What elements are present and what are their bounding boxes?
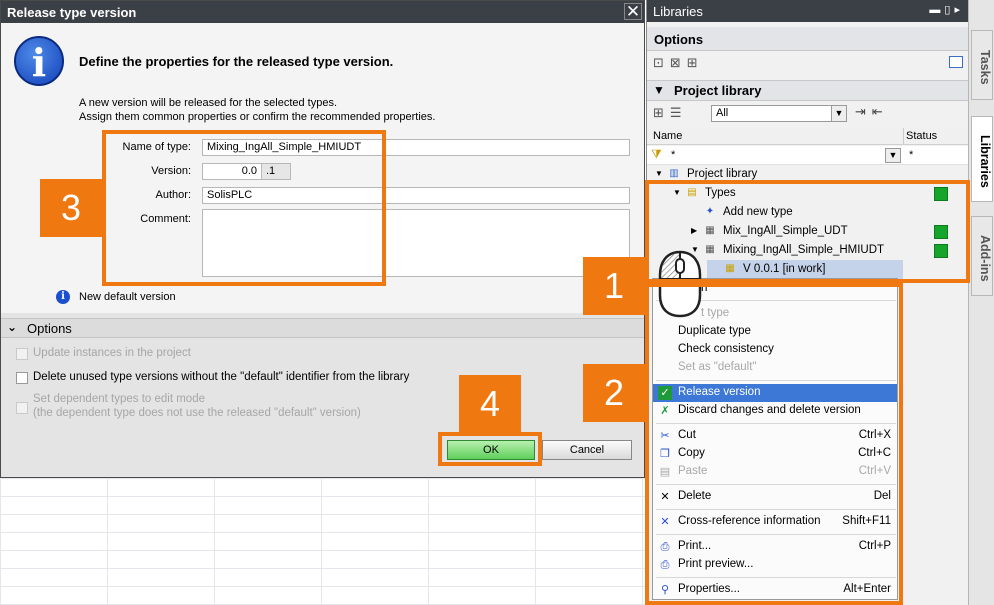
set-dependent-edit-checkbox[interactable]	[16, 402, 28, 414]
project-library-header[interactable]: ▼ Project library	[647, 80, 968, 101]
info-icon: i	[14, 36, 64, 86]
tab-add-ins[interactable]: Add-ins	[971, 216, 993, 296]
annotation-number-4: 4	[459, 375, 521, 433]
delete-unused-versions-checkbox[interactable]	[16, 372, 28, 384]
dialog-heading: Define the properties for the released t…	[79, 54, 394, 69]
libraries-title: Libraries	[653, 4, 703, 19]
annotation-box-3	[102, 130, 386, 286]
library-filter-value: All	[716, 107, 729, 119]
filter-icon: ⧩	[651, 147, 662, 161]
set-dependent-edit-label: Set dependent types to edit mode	[33, 393, 205, 405]
side-tab-strip: Tasks Libraries Add-ins	[968, 0, 994, 605]
library-filter-select[interactable]: All ▼	[711, 105, 847, 122]
libraries-options-header[interactable]: Options	[647, 27, 968, 51]
tab-tasks[interactable]: Tasks	[971, 30, 993, 100]
new-default-version-text: New default version	[79, 291, 176, 303]
library-view-toolbar-icon[interactable]: ⊞☰	[653, 105, 688, 123]
intro-text-line2: Assign them common properties or confirm…	[79, 111, 436, 123]
options-toolbar-icon[interactable]: ⊡⊠⊞	[653, 55, 704, 73]
annotation-box-1	[645, 180, 970, 283]
libraries-title-bar: Libraries ▬▯▸	[647, 0, 968, 22]
options-label: Options	[27, 321, 72, 336]
annotation-box-4	[438, 432, 542, 466]
intro-text-line1: A new version will be released for the s…	[79, 97, 338, 109]
set-dependent-edit-label-2: (the dependent type does not use the rel…	[33, 407, 361, 419]
name-filter-text[interactable]: *	[671, 149, 675, 161]
update-instances-label: Update instances in the project	[33, 347, 191, 359]
update-instances-checkbox[interactable]	[16, 348, 28, 360]
annotation-number-2: 2	[583, 364, 645, 422]
column-status-header[interactable]: Status	[906, 130, 937, 142]
library-actions-icon[interactable]: ⇥⇤	[855, 104, 889, 120]
column-separator[interactable]	[903, 128, 904, 145]
tree-label: Project library	[687, 168, 758, 180]
close-icon[interactable]: ✕	[624, 3, 642, 20]
expanded-triangle-icon[interactable]: ▼	[655, 169, 663, 178]
view-toggle-icon[interactable]	[949, 56, 963, 68]
column-name-header[interactable]: Name	[653, 130, 682, 142]
library-icon: ▥	[669, 168, 679, 179]
chevron-down-icon[interactable]: ▼	[653, 83, 665, 97]
dialog-title: Release type version	[7, 5, 137, 20]
annotation-number-1: 1	[583, 257, 645, 315]
project-library-label: Project library	[674, 83, 762, 98]
dialog-title-bar: Release type version ✕	[1, 1, 644, 23]
cancel-button[interactable]: Cancel	[542, 440, 632, 460]
annotation-box-2	[645, 283, 903, 605]
options-section-header[interactable]: ⌄ Options	[1, 318, 644, 338]
info-small-icon: i	[56, 290, 70, 304]
library-filter-row: ⧩ * ▼ *	[647, 146, 968, 165]
dropdown-arrow-icon[interactable]: ▼	[885, 148, 901, 163]
panel-window-controls-icon[interactable]: ▬▯▸	[929, 3, 964, 16]
annotation-number-3: 3	[40, 179, 102, 237]
status-filter-text[interactable]: *	[909, 149, 913, 161]
tab-libraries[interactable]: Libraries	[971, 116, 993, 202]
background-worksheet-grid	[0, 478, 645, 605]
chevron-down-icon[interactable]: ⌄	[7, 320, 17, 334]
dropdown-arrow-icon[interactable]: ▼	[831, 106, 846, 121]
delete-unused-versions-label: Delete unused type versions without the …	[33, 371, 410, 383]
library-table-header: Name Status	[647, 128, 968, 145]
